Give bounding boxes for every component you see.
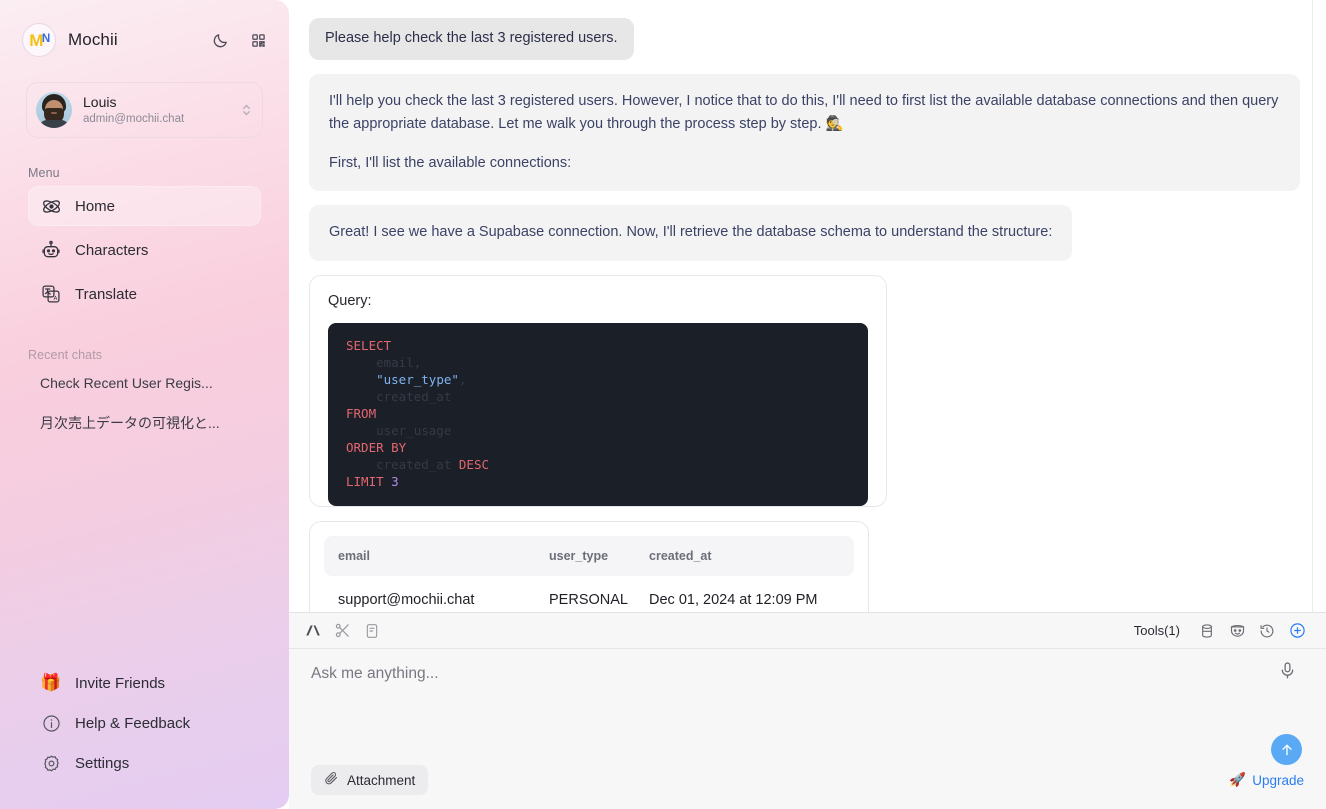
- cell-email: support@mochii.chat: [338, 591, 475, 608]
- logo-cat-glyph: ᴺ: [42, 30, 49, 50]
- composer: Tools(1) Ask me anything... Attachment 🚀…: [289, 612, 1326, 809]
- anthropic-ai-icon[interactable]: [297, 617, 327, 645]
- brand-name: Mochii: [68, 30, 118, 49]
- note-icon[interactable]: [357, 617, 387, 645]
- sidebar-footer: 🎁 Invite Friends Help & Feedback Setting…: [0, 663, 289, 809]
- avatar: [36, 92, 72, 128]
- chevron-up-down-icon[interactable]: [240, 101, 252, 119]
- composer-footer: Attachment 🚀 Upgrade: [289, 751, 1326, 809]
- sidebar-item-home[interactable]: Home: [28, 186, 261, 226]
- sidebar-item-label: Home: [75, 197, 116, 215]
- user-name: Louis: [83, 93, 117, 110]
- settings-label: Settings: [75, 754, 130, 772]
- menu-section-label: Menu: [28, 166, 60, 180]
- microphone-icon[interactable]: [1278, 661, 1300, 683]
- recent-chats-list: Check Recent User Regis... 月次売上データの可視化と.…: [0, 364, 289, 444]
- robot-icon: [40, 239, 62, 261]
- attachment-label: Attachment: [347, 772, 416, 788]
- sidebar-item-translate[interactable]: A Translate: [28, 274, 261, 314]
- history-clock-icon[interactable]: [1252, 617, 1282, 645]
- column-header-user-type: user_type: [539, 535, 639, 576]
- assistant-message-row: Great! I see we have a Supabase connecti…: [297, 191, 1312, 261]
- settings-button[interactable]: Settings: [28, 743, 261, 783]
- plus-circle-icon[interactable]: [1282, 617, 1312, 645]
- atom-icon: [40, 195, 62, 217]
- sidebar-nav: Home Characters A Translate: [0, 186, 289, 318]
- invite-friends-label: Invite Friends: [75, 674, 166, 692]
- composer-toolbar: Tools(1): [289, 613, 1326, 649]
- query-card-title: Query:: [328, 292, 372, 309]
- app-root: Mᴺ Mochii Louis admin@mochii.chat Menu H…: [0, 0, 1326, 809]
- app-logo: Mᴺ: [22, 23, 56, 57]
- cell-created-at: Dec 01, 2024 at 12:09 PM: [649, 591, 818, 608]
- cell-user-type: PERSONAL: [549, 591, 628, 608]
- result-table-body: support@mochii.chat PERSONAL Dec 01, 202…: [324, 576, 854, 613]
- user-email: admin@mochii.chat: [83, 112, 185, 125]
- assistant-message-bubble: Great! I see we have a Supabase connecti…: [309, 205, 1073, 261]
- scissors-icon[interactable]: [327, 617, 357, 645]
- main-content: Please help check the last 3 registered …: [289, 0, 1326, 809]
- help-feedback-button[interactable]: Help & Feedback: [28, 703, 261, 743]
- rocket-icon: 🚀: [1229, 772, 1247, 787]
- upgrade-button[interactable]: 🚀 Upgrade: [1229, 772, 1304, 788]
- tools-count-label[interactable]: Tools(1): [1134, 623, 1180, 638]
- attachment-button[interactable]: Attachment: [311, 765, 429, 795]
- help-feedback-label: Help & Feedback: [75, 714, 191, 732]
- column-header-created-at: created_at: [639, 535, 854, 576]
- paperclip-icon: [324, 771, 339, 789]
- sidebar: Mᴺ Mochii Louis admin@mochii.chat Menu H…: [0, 0, 289, 809]
- result-table: email user_type created_at support@mochi…: [324, 535, 854, 613]
- invite-friends-button[interactable]: 🎁 Invite Friends: [28, 663, 261, 703]
- recent-chat-item[interactable]: Check Recent User Regis...: [28, 364, 261, 402]
- sidebar-item-label: Translate: [75, 285, 137, 303]
- table-header-row: email user_type created_at: [324, 535, 854, 576]
- query-result-card: email user_type created_at support@mochi…: [309, 520, 869, 613]
- sidebar-item-label: Characters: [75, 241, 149, 259]
- gear-icon: [40, 752, 62, 774]
- recent-chat-item[interactable]: 月次売上データの可視化と...: [28, 402, 261, 444]
- message-input-placeholder: Ask me anything...: [311, 665, 439, 682]
- upgrade-label: Upgrade: [1252, 772, 1304, 788]
- column-header-email: email: [324, 535, 539, 576]
- table-row: support@mochii.chat PERSONAL Dec 01, 202…: [324, 576, 854, 613]
- query-tool-card: Query: SELECT email, "user_type", create…: [309, 274, 887, 507]
- gift-icon: 🎁: [40, 673, 62, 692]
- database-icon[interactable]: [1192, 617, 1222, 645]
- assistant-message-bubble: I'll help you check the last 3 registere…: [309, 73, 1300, 192]
- chat-transcript[interactable]: Please help check the last 3 registered …: [289, 0, 1326, 612]
- user-profile-card[interactable]: Louis admin@mochii.chat: [26, 82, 263, 138]
- info-circle-icon: [40, 712, 62, 734]
- user-meta: Louis admin@mochii.chat: [83, 94, 240, 127]
- logo-mark: Mᴺ: [29, 30, 50, 50]
- avatar-mouth: [51, 112, 57, 114]
- svg-text:A: A: [54, 296, 58, 302]
- avatar-body: [39, 120, 69, 128]
- sidebar-header: Mᴺ Mochii: [0, 0, 289, 60]
- assistant-message-paragraph: First, I'll list the available connectio…: [329, 154, 572, 171]
- qr-code-icon[interactable]: [245, 27, 271, 53]
- theater-masks-icon[interactable]: [1222, 617, 1252, 645]
- user-message-row: Please help check the last 3 registered …: [297, 10, 1312, 60]
- recent-chats-label: Recent chats: [28, 348, 103, 362]
- result-table-head: email user_type created_at: [324, 535, 854, 576]
- moon-icon[interactable]: [207, 27, 233, 53]
- assistant-message-paragraph: I'll help you check the last 3 registere…: [329, 92, 1279, 133]
- user-message-bubble: Please help check the last 3 registered …: [309, 18, 634, 60]
- sidebar-item-characters[interactable]: Characters: [28, 230, 261, 270]
- translate-icon: A: [40, 283, 62, 305]
- sql-code-block[interactable]: SELECT email, "user_type", created_at FR…: [328, 322, 868, 506]
